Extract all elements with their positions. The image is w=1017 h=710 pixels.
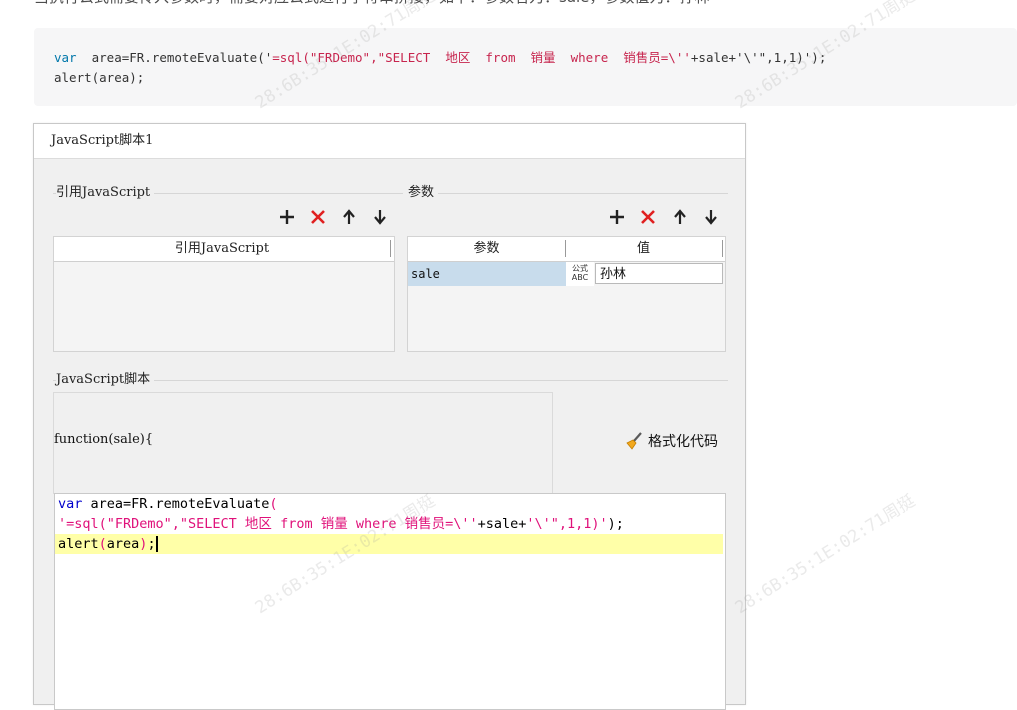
editor-line-end: );: [607, 516, 624, 532]
param-row[interactable]: sale 公式 ABC 孙林: [408, 262, 725, 286]
param-move-up-button[interactable]: [669, 206, 691, 228]
param-table[interactable]: 参数 值 sale 公式 ABC 孙林: [407, 236, 726, 352]
function-signature: function(sale){: [54, 432, 154, 447]
editor-arg: area: [106, 536, 140, 552]
arrow-down-icon: [374, 210, 386, 225]
editor-paren: (: [269, 496, 278, 512]
dialog-title: JavaScript脚本1: [51, 133, 154, 148]
formula-type-icon[interactable]: 公式 ABC: [566, 262, 594, 286]
broom-icon: [626, 432, 642, 450]
arrow-up-icon: [343, 209, 355, 224]
script-section-legend: JavaScript脚本: [56, 372, 155, 388]
dialog-title-bar: JavaScript脚本1: [34, 124, 745, 159]
editor-call: area=FR.remoteEvaluate: [82, 496, 270, 512]
editor-alert: alert: [58, 536, 99, 552]
ref-delete-button[interactable]: [307, 206, 329, 228]
param-name-column-header[interactable]: 参数: [408, 237, 565, 261]
type-label-bottom: ABC: [571, 273, 589, 282]
arrow-down-icon: [705, 210, 717, 225]
delete-x-icon: [311, 210, 325, 224]
arrow-up-icon: [674, 209, 686, 224]
editor-keyword: var: [58, 496, 83, 512]
editor-line-3-current: alert(area);: [55, 534, 723, 554]
format-code-label: 格式化代码: [648, 434, 718, 450]
plus-icon: [610, 210, 624, 224]
ref-section-legend: 引用JavaScript: [56, 185, 155, 201]
editor-line-1: var area=FR.remoteEvaluate(: [58, 494, 277, 514]
editor-line-2: '=sql("FRDemo","SELECT 地区 from 销量 where …: [58, 514, 624, 534]
intro-paragraph: 当执行公式需要传入参数时，需要对应公式进行字符串拼接，如下：参数名为：sale，…: [34, 0, 1014, 8]
code-alert-line: alert(area);: [54, 70, 145, 85]
param-name-cell[interactable]: sale: [408, 262, 566, 286]
code-snippet: var area=FR.remoteEvaluate('=sql("FRDemo…: [54, 48, 826, 88]
code-snippet-block: var area=FR.remoteEvaluate('=sql("FRDemo…: [34, 28, 1017, 106]
plus-icon: [280, 210, 294, 224]
code-string: =sql("FRDemo","SELECT 地区 from 销量 where 销…: [272, 50, 691, 65]
param-value-input[interactable]: 孙林: [595, 263, 723, 284]
script-section-rule: [53, 380, 728, 381]
type-label-top: 公式: [572, 264, 588, 273]
param-value-column-header[interactable]: 值: [566, 237, 721, 261]
param-move-down-button[interactable]: [700, 206, 722, 228]
delete-x-icon: [641, 210, 655, 224]
text-caret: [155, 536, 158, 552]
param-table-header: 参数 值: [408, 237, 725, 262]
editor-paren-open: (: [98, 536, 107, 552]
code-keyword: var: [54, 50, 77, 65]
javascript-dialog: JavaScript脚本1 引用JavaScript 引用JavaScript …: [33, 123, 746, 710]
column-divider: [390, 240, 391, 257]
watermark: 28:6B:35:1E:02:71周挺: [731, 491, 919, 619]
editor-string: '=sql("FRDemo","SELECT 地区 from 销量 where …: [58, 516, 478, 532]
ref-add-button[interactable]: [276, 206, 298, 228]
ref-column-header[interactable]: 引用JavaScript: [54, 237, 390, 261]
param-add-button[interactable]: [606, 206, 628, 228]
column-divider: [722, 240, 723, 257]
ref-move-up-button[interactable]: [338, 206, 360, 228]
format-code-button[interactable]: 格式化代码: [624, 430, 718, 452]
param-section-rule: [408, 193, 728, 194]
param-section-legend: 参数: [408, 185, 439, 201]
editor-concat: +sale+: [477, 516, 527, 532]
editor-semicolon: ;: [147, 536, 156, 552]
ref-javascript-table[interactable]: 引用JavaScript: [53, 236, 395, 352]
code-tail: +sale+'\'",1,1)');: [690, 50, 827, 65]
ref-move-down-button[interactable]: [369, 206, 391, 228]
editor-string-tail: '\'",1,1)': [526, 516, 608, 532]
script-editor[interactable]: var area=FR.remoteEvaluate( '=sql("FRDem…: [54, 493, 726, 710]
ref-table-header: 引用JavaScript: [54, 237, 394, 262]
param-delete-button[interactable]: [637, 206, 659, 228]
code-call: area=FR.remoteEvaluate(': [76, 50, 273, 65]
